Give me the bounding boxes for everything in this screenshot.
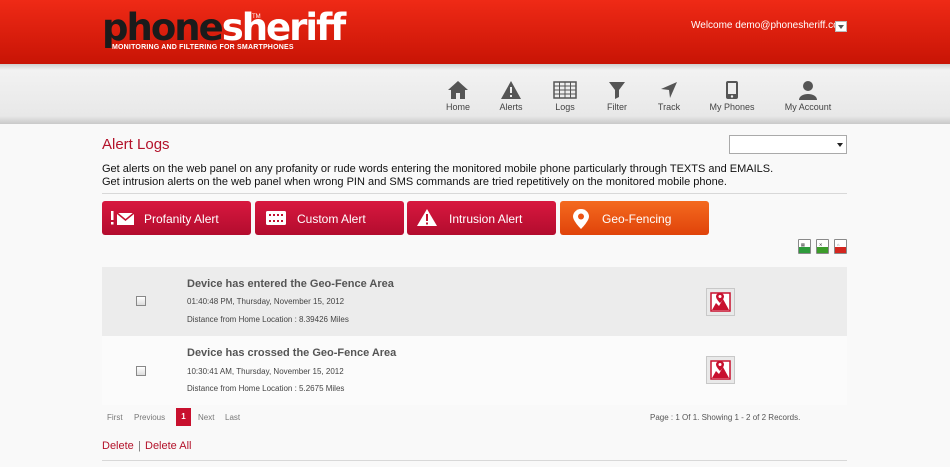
button-label: Profanity Alert bbox=[144, 212, 219, 226]
button-label: Custom Alert bbox=[297, 212, 366, 226]
nav-label: Alerts bbox=[499, 102, 523, 112]
page-description: Get alerts on the web panel on any profa… bbox=[102, 163, 773, 189]
nav-label: My Account bbox=[784, 102, 832, 112]
nav-label: Home bbox=[445, 102, 470, 112]
delete-link[interactable]: Delete bbox=[102, 440, 134, 452]
pager-first[interactable]: First bbox=[107, 413, 123, 422]
record-title: Device has entered the Geo-Fence Area bbox=[187, 278, 394, 290]
keypad-icon bbox=[266, 211, 286, 225]
nav-filter[interactable]: Filter bbox=[603, 80, 631, 112]
map-icon bbox=[710, 292, 731, 312]
home-icon bbox=[448, 81, 468, 99]
pdf-export-icon[interactable]: ⌂ bbox=[834, 239, 847, 254]
nav-label: Filter bbox=[607, 102, 627, 112]
nav-label: Track bbox=[657, 102, 681, 112]
record-time: 10:30:41 AM, Thursday, November 15, 2012 bbox=[187, 367, 344, 376]
description-line: Get intrusion alerts on the web panel wh… bbox=[102, 176, 727, 188]
row-checkbox[interactable] bbox=[136, 296, 146, 306]
brand-tagline: MONITORING AND FILTERING FOR SMARTPHONES bbox=[112, 44, 294, 51]
record-distance: Distance from Home Location : 5.2675 Mil… bbox=[187, 384, 345, 393]
pager-previous[interactable]: Previous bbox=[134, 413, 165, 422]
geo-fencing-button[interactable]: Geo-Fencing bbox=[560, 201, 709, 235]
logs-grid-icon bbox=[553, 81, 577, 99]
map-pin-icon bbox=[573, 209, 589, 229]
nav-label: My Phones bbox=[709, 102, 755, 112]
map-icon bbox=[710, 360, 731, 380]
nav-my-phones[interactable]: My Phones bbox=[707, 80, 757, 112]
nav-home[interactable]: Home bbox=[444, 80, 472, 112]
csv-export-icon[interactable]: ▤ bbox=[798, 239, 811, 254]
record-distance: Distance from Home Location : 8.39426 Mi… bbox=[187, 315, 349, 324]
custom-alert-button[interactable]: Custom Alert bbox=[255, 201, 404, 235]
button-label: Geo-Fencing bbox=[602, 212, 672, 226]
mail-exclaim-icon bbox=[111, 211, 135, 225]
location-arrow-icon bbox=[661, 82, 677, 98]
pager-next[interactable]: Next bbox=[198, 413, 214, 422]
row-checkbox[interactable] bbox=[136, 366, 146, 376]
profanity-alert-button[interactable]: Profanity Alert bbox=[102, 201, 251, 235]
top-header: phonesheriff TM MONITORING AND FILTERING… bbox=[0, 0, 950, 64]
nav-alerts[interactable]: Alerts bbox=[497, 80, 525, 112]
phone-icon bbox=[726, 81, 738, 99]
user-icon bbox=[799, 81, 817, 100]
brand-logo[interactable]: phonesheriff bbox=[102, 9, 346, 47]
record-time: 01:40:48 PM, Thursday, November 15, 2012 bbox=[187, 297, 345, 306]
description-line: Get alerts on the web panel on any profa… bbox=[102, 163, 774, 175]
xls-export-icon[interactable]: ✕ bbox=[816, 239, 829, 254]
table-row: Device has crossed the Geo-Fence Area 10… bbox=[102, 336, 847, 405]
intrusion-alert-button[interactable]: Intrusion Alert bbox=[407, 201, 556, 235]
warning-icon bbox=[417, 209, 437, 226]
view-map-button[interactable] bbox=[706, 288, 735, 316]
view-map-button[interactable] bbox=[706, 356, 735, 384]
pager-last[interactable]: Last bbox=[225, 413, 240, 422]
button-label: Intrusion Alert bbox=[449, 212, 523, 226]
nav-track[interactable]: Track bbox=[654, 80, 684, 112]
nav-my-account[interactable]: My Account bbox=[781, 80, 835, 112]
pager-current-page[interactable]: 1 bbox=[176, 408, 191, 426]
page-info: Page : 1 Of 1. Showing 1 - 2 of 2 Record… bbox=[650, 413, 801, 422]
nav-logs[interactable]: Logs bbox=[551, 80, 579, 112]
nav-label: Logs bbox=[555, 102, 575, 112]
divider bbox=[102, 460, 847, 461]
alert-type-select[interactable] bbox=[729, 135, 847, 154]
record-title: Device has crossed the Geo-Fence Area bbox=[187, 347, 397, 359]
account-dropdown-button[interactable] bbox=[835, 21, 847, 32]
alert-triangle-icon bbox=[501, 81, 521, 99]
divider bbox=[102, 193, 847, 194]
welcome-text: Welcome demo@phonesheriff.com bbox=[691, 20, 847, 31]
table-row: Device has entered the Geo-Fence Area 01… bbox=[102, 267, 847, 336]
delete-all-link[interactable]: Delete All bbox=[145, 440, 191, 452]
page-title: Alert Logs bbox=[102, 136, 170, 153]
action-separator: | bbox=[138, 440, 141, 452]
funnel-icon bbox=[609, 82, 625, 99]
trademark: TM bbox=[252, 14, 261, 20]
